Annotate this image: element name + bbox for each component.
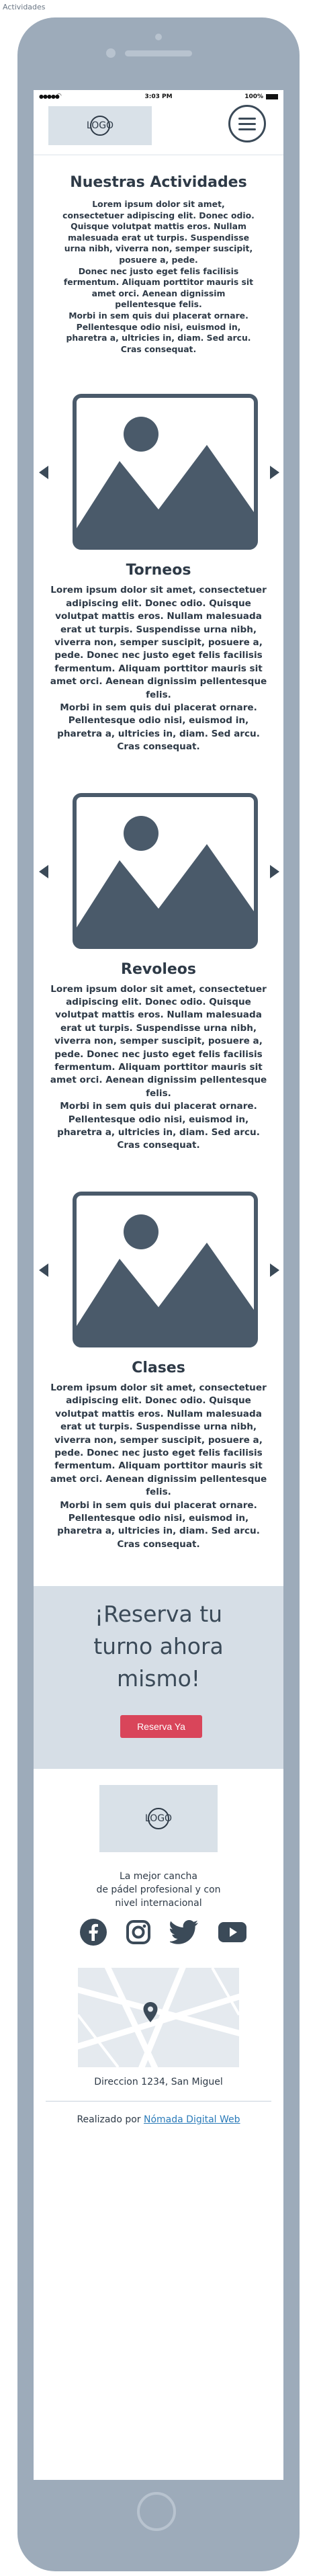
activity-title: Clases — [132, 1359, 185, 1376]
menu-bar-icon — [238, 122, 256, 125]
image-placeholder-icon — [73, 792, 258, 949]
front-camera — [106, 48, 116, 58]
menu-bar-icon — [238, 117, 256, 120]
intro-text: Lorem ipsum dolor sit amet, consectetuer… — [62, 199, 255, 354]
home-button[interactable] — [137, 2492, 176, 2531]
facebook-icon[interactable] — [79, 1918, 107, 1946]
image-placeholder-icon — [73, 1191, 258, 1347]
image-placeholder-icon — [73, 394, 258, 550]
footer-credit: Realizado por Nómada Digital Web — [34, 2114, 283, 2125]
activity-text: Lorem ipsum dolor sit amet, consectetuer… — [50, 585, 267, 753]
activity-carousel — [34, 792, 283, 961]
earpiece-speaker — [125, 50, 192, 56]
logo-ring-icon — [90, 116, 110, 136]
battery-icon — [266, 94, 278, 99]
activity-carousel — [34, 1191, 283, 1360]
site-footer: LOGO La mejor cancha de pádel profesiona… — [34, 1769, 283, 2145]
activity-text: Lorem ipsum dolor sit amet, consectetuer… — [50, 1382, 267, 1550]
twitter-icon[interactable] — [169, 1919, 199, 1945]
reservation-cta: ¡Reserva tu turno ahora mismo! Reserva Y… — [34, 1586, 283, 1770]
map-pin-icon — [143, 2002, 158, 2023]
hamburger-menu-button[interactable] — [228, 105, 266, 142]
reserve-button[interactable]: Reserva Ya — [120, 1715, 202, 1739]
footer-divider — [46, 2101, 271, 2102]
cta-heading: ¡Reserva tu turno ahora mismo! — [93, 1601, 224, 1692]
footer-tagline: La mejor cancha de pádel profesional y c… — [96, 1871, 221, 1909]
footer-address: Direccion 1234, San Miguel — [94, 2077, 223, 2088]
instagram-icon[interactable] — [126, 1919, 151, 1945]
front-sensor — [155, 34, 162, 40]
carousel-prev-arrow-icon[interactable] — [39, 1263, 48, 1277]
social-links — [79, 1917, 247, 1948]
footer-logo[interactable]: LOGO — [99, 1785, 218, 1853]
header-logo[interactable]: LOGO — [48, 106, 152, 145]
location-map[interactable] — [78, 1968, 239, 2068]
phone-frame: ●●●●● ◠ 3:03 PM 100% LOGO Nuestras Activ… — [17, 17, 300, 2571]
carousel-next-arrow-icon[interactable] — [270, 864, 279, 878]
logo-ring-icon — [148, 1808, 169, 1830]
credit-link[interactable]: Nómada Digital Web — [144, 2114, 240, 2125]
map-illustration — [78, 1968, 239, 2068]
site-header: LOGO — [34, 103, 283, 155]
carousel-next-arrow-icon[interactable] — [270, 466, 279, 480]
activity-title: Torneos — [126, 562, 191, 579]
youtube-icon[interactable] — [218, 1921, 247, 1943]
carousel-prev-arrow-icon[interactable] — [39, 864, 48, 878]
page-label: Actividades — [3, 3, 46, 11]
carousel-prev-arrow-icon[interactable] — [39, 466, 48, 480]
activity-title: Revoleos — [121, 960, 196, 978]
status-bar: ●●●●● ◠ 3:03 PM 100% — [34, 90, 283, 103]
credit-prefix: Realizado por — [77, 2114, 141, 2126]
carousel-next-arrow-icon[interactable] — [270, 1263, 279, 1277]
menu-bar-icon — [238, 128, 256, 130]
page-title: Nuestras Actividades — [70, 174, 247, 191]
phone-screen: ●●●●● ◠ 3:03 PM 100% LOGO Nuestras Activ… — [34, 90, 283, 2480]
activity-carousel — [34, 394, 283, 562]
battery-percent: 100% — [244, 93, 263, 100]
activity-text: Lorem ipsum dolor sit amet, consectetuer… — [50, 983, 267, 1151]
